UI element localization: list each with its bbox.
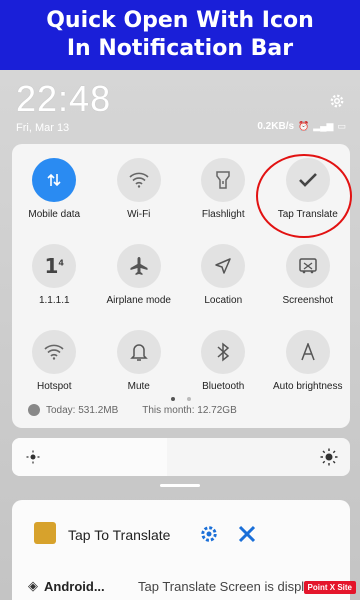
tile-screenshot[interactable]: Screenshot [266,244,351,306]
tile-label: Flashlight [201,209,245,220]
tile-hotspot[interactable]: Hotspot [12,330,97,392]
notification-row[interactable]: ◈ Android... Tap Translate Screen is dis… [28,578,348,594]
status-bar: 0.2KB/s ⏰ ▂▄▆ ▭ [257,121,346,132]
tile-flashlight[interactable]: Flashlight [181,158,266,220]
bluetooth-icon[interactable] [201,330,246,374]
clock: 22:48 [16,78,112,119]
signal-icon: ▂▄▆ [313,121,334,131]
airplane-icon[interactable] [116,244,161,288]
tile-airplane-mode[interactable]: Airplane mode [97,244,182,306]
data-usage-today: Today: 531.2MB [46,404,119,416]
data-usage-icon [28,404,40,416]
data-usage-month: This month: 12.72GB [142,404,237,416]
auto-brightness-icon[interactable] [285,330,330,374]
date-label: Fri, Mar 13 [16,122,70,134]
banner-line-1: Quick Open With Icon [46,8,314,33]
notification-title: Tap To Translate [68,527,171,543]
screenshot-icon[interactable] [285,244,330,288]
tile-label: Screenshot [282,295,334,306]
brightness-slider[interactable] [12,438,350,476]
title-banner: Quick Open With Icon In Notification Bar [0,0,360,70]
network-speed: 0.2KB/s [257,121,295,132]
bell-icon[interactable] [116,330,161,374]
one-icon[interactable]: 14 [32,244,77,288]
tile-location[interactable]: Location [181,244,266,306]
flashlight-icon[interactable] [201,158,246,202]
tile-wifi[interactable]: Wi-Fi [97,158,182,220]
data-usage[interactable]: Today: 531.2MB This month: 12.72GB [28,404,237,416]
notification-text: Tap Translate Screen is display [138,578,318,594]
page-dot-active[interactable] [170,397,175,401]
wifi-icon[interactable] [116,158,161,202]
tile-mute[interactable]: Mute [97,330,182,392]
banner-line-2: In Notification Bar [66,36,294,61]
watermark-logo: Point X Site [303,581,356,594]
gear-icon[interactable] [328,92,346,110]
battery-icon: ▭ [337,121,346,131]
tile-label: 1.1.1.1 [38,295,70,306]
close-icon[interactable] [237,524,257,544]
mobile-data-icon[interactable] [32,158,77,202]
hotspot-icon[interactable] [32,330,77,374]
tile-mobile-data[interactable]: Mobile data [12,158,97,220]
alarm-icon: ⏰ [298,121,310,131]
notification-app-label: Android... [44,578,105,594]
tap-translate-highlight-circle [256,154,352,238]
gear-icon[interactable] [199,524,219,544]
app-icon [34,522,56,544]
tile-label: Wi-Fi [127,209,151,220]
shade-handle[interactable] [160,484,200,487]
layers-icon: ◈ [28,578,38,593]
tap-translate-notification[interactable]: Tap To Translate ◈ Android... Tap Transl… [12,500,350,600]
tile-label: Location [204,295,243,306]
tile-bluetooth[interactable]: Bluetooth [181,330,266,392]
sun-large-icon [320,448,338,466]
tile-label: Airplane mode [106,295,171,306]
location-icon[interactable] [201,244,246,288]
tile-1111[interactable]: 14 1.1.1.1 [12,244,97,306]
page-dot[interactable] [187,397,192,401]
tile-auto-brightness[interactable]: Auto brightness [266,330,351,392]
sun-small-icon [26,450,40,464]
tile-label: Mobile data [28,209,81,220]
